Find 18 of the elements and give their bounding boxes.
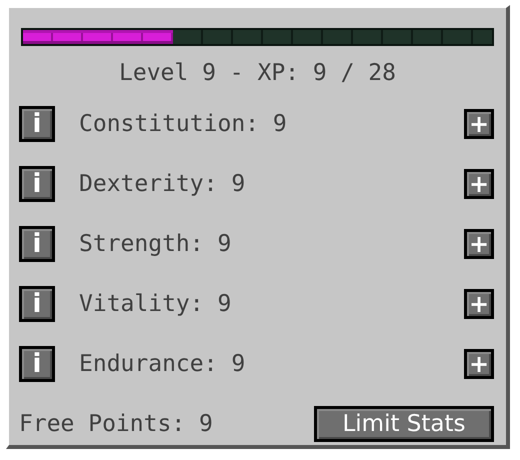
info-button[interactable]: i bbox=[19, 166, 55, 202]
limit-stats-button[interactable]: Limit Stats bbox=[314, 406, 494, 442]
stat-label: Strength: 9 bbox=[79, 231, 232, 257]
free-points-text: Free Points: 9 bbox=[19, 411, 213, 437]
stat-label: Dexterity: 9 bbox=[79, 171, 246, 197]
stat-label: Vitality: 9 bbox=[79, 291, 232, 317]
level-text: Level 9 - XP: 9 / 28 bbox=[118, 60, 397, 88]
add-button[interactable]: + bbox=[464, 289, 494, 319]
stat-label: Endurance: 9 bbox=[79, 351, 246, 377]
add-button[interactable]: + bbox=[464, 349, 494, 379]
add-button[interactable]: + bbox=[464, 169, 494, 199]
stat-label: Constitution: 9 bbox=[79, 111, 288, 137]
add-button[interactable]: + bbox=[464, 229, 494, 259]
add-button[interactable]: + bbox=[464, 109, 494, 139]
info-button[interactable]: i bbox=[19, 106, 55, 142]
info-button[interactable]: i bbox=[19, 226, 55, 262]
info-button[interactable]: i bbox=[19, 346, 55, 382]
info-button[interactable]: i bbox=[19, 286, 55, 322]
